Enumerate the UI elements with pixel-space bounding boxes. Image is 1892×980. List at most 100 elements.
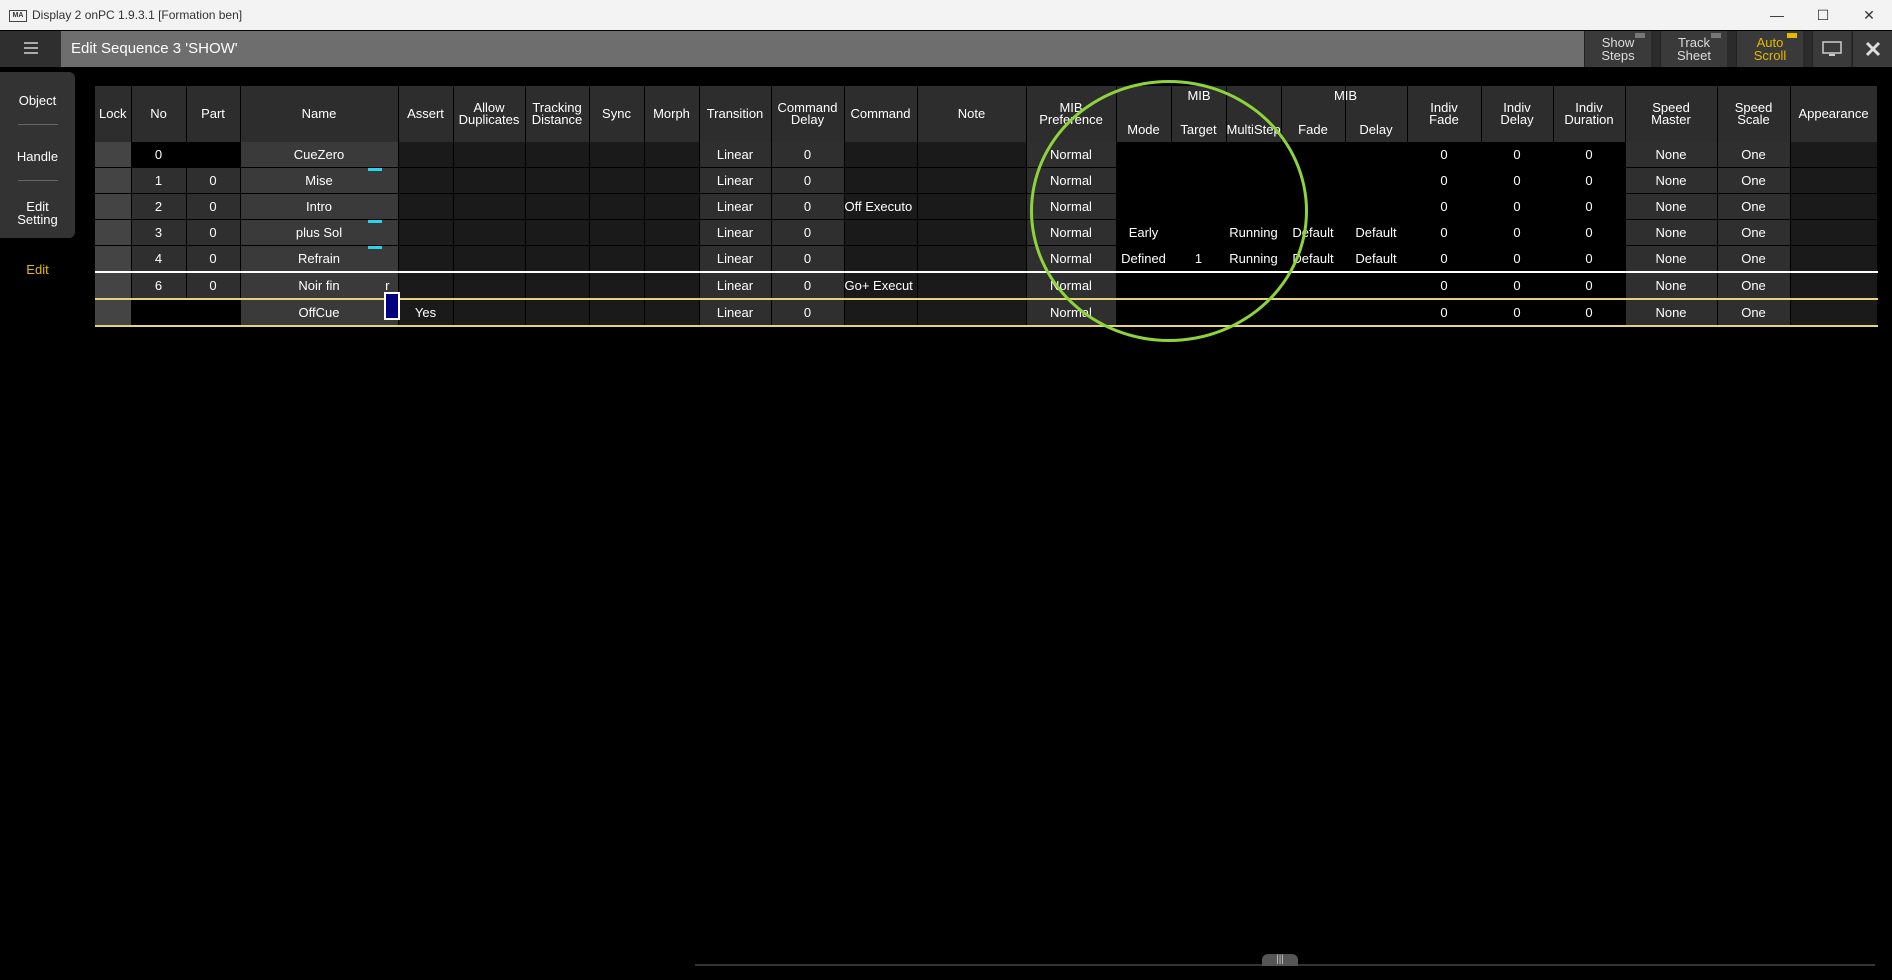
cell-speed-scale[interactable]: One (1717, 142, 1791, 168)
cell-allow-duplicates[interactable] (453, 193, 526, 220)
table-row[interactable]: 6 0 Noir fin r Linear 0 Go+ Execut Normal 0 0 0 Non… (95, 271, 1878, 300)
cell-indiv-delay[interactable]: 0 (1481, 245, 1554, 273)
cell-assert[interactable] (398, 271, 454, 300)
cell-lock[interactable] (95, 245, 132, 273)
cell-fade[interactable] (1281, 298, 1346, 327)
object-button[interactable]: Object (0, 94, 75, 107)
cell-target[interactable] (1171, 142, 1227, 168)
cell-indiv-fade[interactable]: 0 (1407, 167, 1482, 194)
cell-morph[interactable] (644, 167, 700, 194)
cell-command[interactable] (844, 142, 918, 168)
cell-delay[interactable]: Default (1345, 219, 1408, 246)
cell-no[interactable]: 6 (131, 271, 187, 300)
cell-fade[interactable] (1281, 193, 1346, 220)
cell-name[interactable]: plus Sol (240, 219, 399, 246)
cell-part[interactable]: 0 (186, 271, 241, 300)
table-row[interactable]: 3 0 plus Sol Linear 0 Normal Early Running Defau… (95, 219, 1878, 246)
cell-indiv-delay[interactable]: 0 (1481, 193, 1554, 220)
cell-fade[interactable] (1281, 271, 1346, 300)
table-row[interactable]: 1 0 Mise Linear 0 Normal 0 0 0 None One (95, 167, 1878, 194)
cell-indiv-fade[interactable]: 0 (1407, 219, 1482, 246)
cell-indiv-fade[interactable]: 0 (1407, 271, 1482, 300)
cell-allow-duplicates[interactable] (453, 219, 526, 246)
cell-command[interactable]: Go+ Execut (844, 271, 918, 300)
cell-sync[interactable] (589, 245, 645, 273)
cell-command-delay[interactable]: 0 (771, 142, 845, 168)
cell-allow-duplicates[interactable] (453, 271, 526, 300)
close-editor-button[interactable] (1852, 31, 1892, 67)
cell-command-delay[interactable]: 0 (771, 245, 845, 273)
auto-scroll-button[interactable]: Auto Scroll (1736, 31, 1803, 67)
cell-speed-scale[interactable]: One (1717, 298, 1791, 327)
menu-button[interactable] (0, 31, 61, 67)
edit-setting-button[interactable]: Edit Setting (0, 200, 75, 226)
cell-transition[interactable]: Linear (699, 193, 772, 220)
cell-allow-duplicates[interactable] (453, 142, 526, 168)
cell-mib-preference[interactable]: Normal (1026, 219, 1117, 246)
header-sync[interactable]: Sync (589, 86, 645, 142)
cell-multistep[interactable]: Running (1226, 245, 1282, 273)
cell-mode[interactable] (1116, 271, 1172, 300)
cell-indiv-fade[interactable]: 0 (1407, 193, 1482, 220)
cell-fade[interactable]: Default (1281, 245, 1346, 273)
cell-speed-master[interactable]: None (1625, 245, 1718, 273)
cell-indiv-duration[interactable]: 0 (1553, 298, 1626, 327)
minimize-button[interactable]: — (1754, 0, 1800, 30)
cell-morph[interactable] (644, 245, 700, 273)
header-transition[interactable]: Transition (699, 86, 772, 142)
cell-indiv-delay[interactable]: 0 (1481, 219, 1554, 246)
scroll-handle[interactable]: ||| (1262, 954, 1298, 966)
cell-lock[interactable] (95, 167, 132, 194)
cell-assert[interactable] (398, 193, 454, 220)
cell-speed-master[interactable]: None (1625, 142, 1718, 168)
header-appearance[interactable]: Appearance (1790, 86, 1878, 142)
cell-mib-preference[interactable]: Normal (1026, 193, 1117, 220)
cell-speed-scale[interactable]: One (1717, 219, 1791, 246)
header-command[interactable]: Command (844, 86, 918, 142)
header-allow-duplicates[interactable]: Allow Duplicates (453, 86, 526, 142)
cell-part[interactable]: 0 (186, 245, 241, 273)
cell-appearance[interactable] (1790, 167, 1878, 194)
cell-indiv-fade[interactable]: 0 (1407, 245, 1482, 273)
cell-delay[interactable] (1345, 271, 1408, 300)
cell-note[interactable] (917, 193, 1027, 220)
cell-target[interactable] (1171, 271, 1227, 300)
table-row[interactable]: 4 0 Refrain Linear 0 Normal Defined 1 Running Def… (95, 245, 1878, 273)
cell-target[interactable]: 1 (1171, 245, 1227, 273)
cell-note[interactable] (917, 245, 1027, 273)
header-multistep[interactable]: MultiStep (1226, 86, 1282, 142)
cell-delay[interactable]: Default (1345, 245, 1408, 273)
cell-note[interactable] (917, 298, 1027, 327)
cell-part[interactable] (186, 298, 241, 327)
cell-morph[interactable] (644, 142, 700, 168)
cell-allow-duplicates[interactable] (453, 298, 526, 327)
cell-command[interactable]: Off Executo (844, 193, 918, 220)
cell-speed-master[interactable]: None (1625, 298, 1718, 327)
cell-tracking-distance[interactable] (525, 167, 590, 194)
cell-command[interactable] (844, 245, 918, 273)
cell-lock[interactable] (95, 142, 132, 168)
edit-mode-label[interactable]: Edit (0, 262, 75, 277)
cell-no[interactable]: 4 (131, 245, 187, 273)
table-row[interactable]: 0 CueZero Linear 0 Normal 0 0 0 None One (95, 142, 1878, 168)
cell-command[interactable] (844, 219, 918, 246)
cell-speed-scale[interactable]: One (1717, 167, 1791, 194)
cell-appearance[interactable] (1790, 219, 1878, 246)
cell-no[interactable]: 1 (131, 167, 187, 194)
cell-sync[interactable] (589, 298, 645, 327)
cell-name[interactable]: Refrain (240, 245, 399, 273)
cell-delay[interactable] (1345, 193, 1408, 220)
cell-command-delay[interactable]: 0 (771, 271, 845, 300)
cell-mode[interactable]: Early (1116, 219, 1172, 246)
cell-target[interactable] (1171, 219, 1227, 246)
cell-tracking-distance[interactable] (525, 219, 590, 246)
cell-transition[interactable]: Linear (699, 219, 772, 246)
cell-mode[interactable] (1116, 167, 1172, 194)
header-morph[interactable]: Morph (644, 86, 700, 142)
cell-allow-duplicates[interactable] (453, 167, 526, 194)
cell-speed-master[interactable]: None (1625, 167, 1718, 194)
cell-mode[interactable] (1116, 193, 1172, 220)
cell-command-delay[interactable]: 0 (771, 193, 845, 220)
cell-appearance[interactable] (1790, 245, 1878, 273)
cell-name[interactable]: Mise (240, 167, 399, 194)
